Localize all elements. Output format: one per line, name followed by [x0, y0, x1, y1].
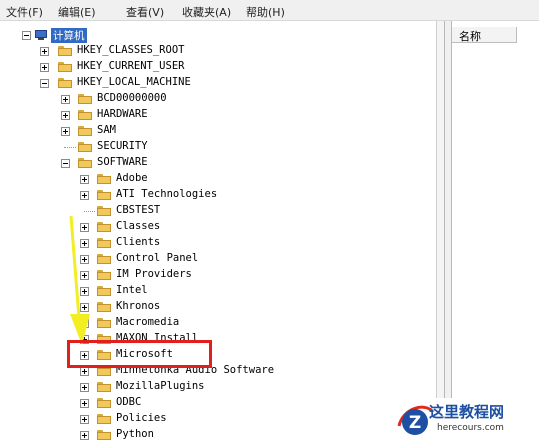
- site-watermark: Z 这里教程网 herecours.com: [395, 398, 539, 443]
- watermark-logo-letter: Z: [409, 413, 421, 433]
- pointer-arrow-annotation: [69, 215, 90, 345]
- watermark-title: 这里教程网: [429, 403, 505, 421]
- watermark-url: herecours.com: [437, 423, 504, 433]
- highlight-box: [67, 340, 212, 368]
- arrow-shaft: [69, 215, 81, 319]
